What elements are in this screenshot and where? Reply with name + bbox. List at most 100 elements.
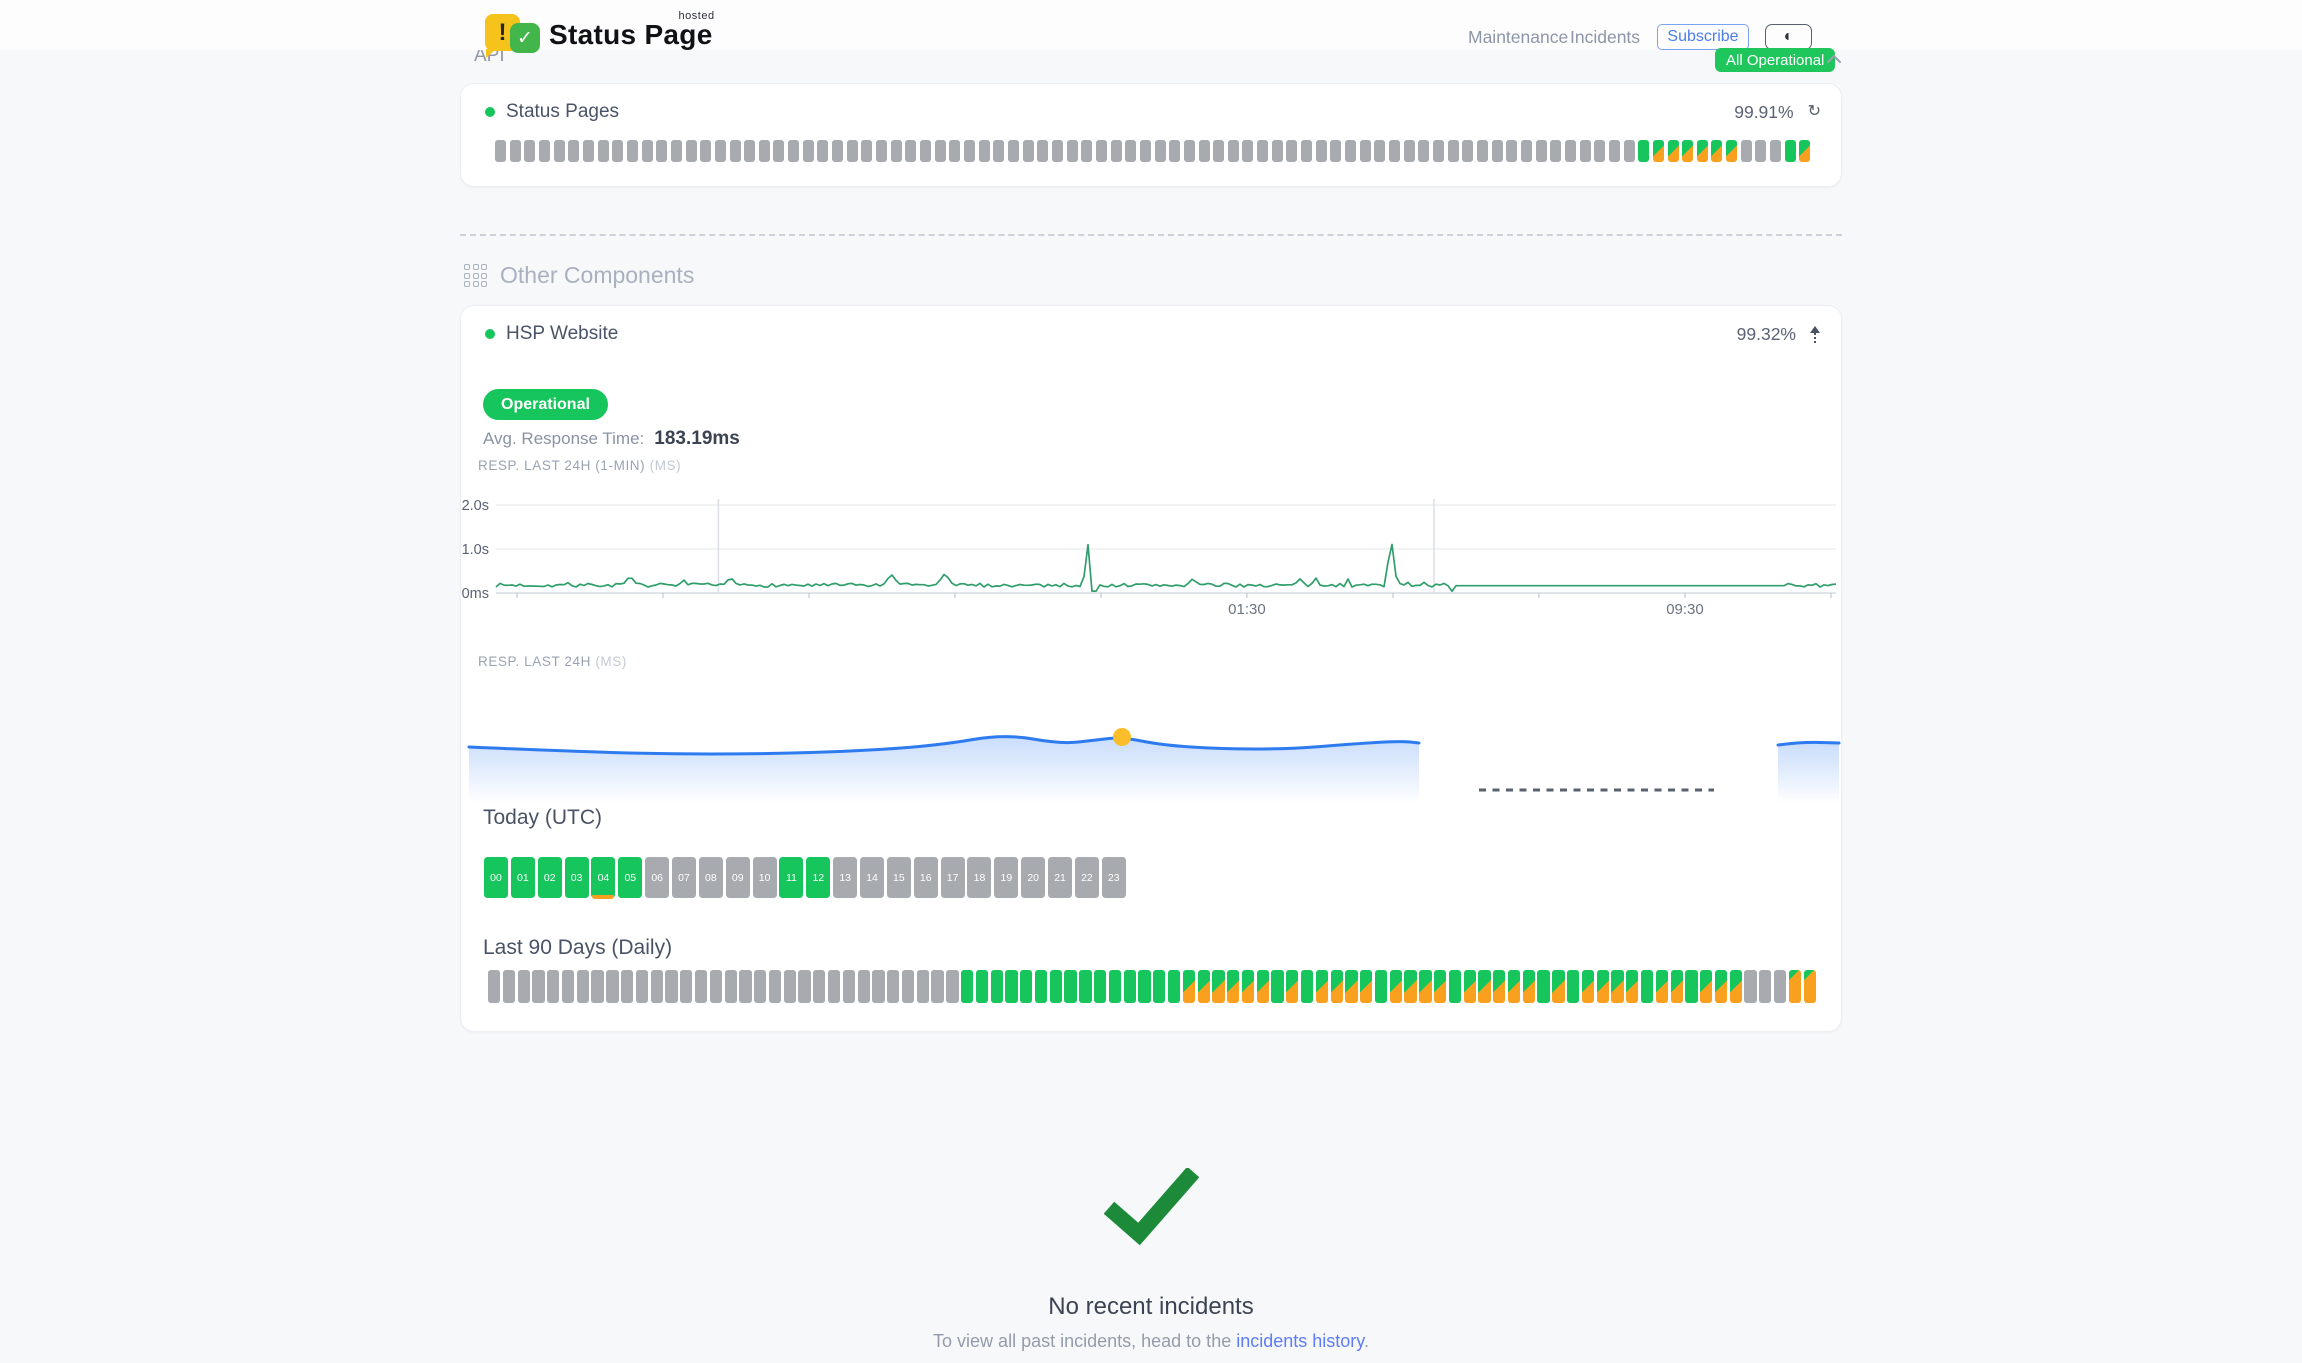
hour-block-23[interactable]: 23 <box>1102 857 1126 898</box>
day-block[interactable] <box>651 970 663 1003</box>
uptime-bar[interactable] <box>920 140 931 162</box>
uptime-bar[interactable] <box>1638 140 1649 162</box>
uptime-bar[interactable] <box>1477 140 1488 162</box>
day-block[interactable] <box>1375 970 1387 1003</box>
day-block[interactable] <box>813 970 825 1003</box>
uptime-bar[interactable] <box>627 140 638 162</box>
day-block[interactable] <box>1804 970 1816 1003</box>
uptime-bar[interactable] <box>1111 140 1122 162</box>
day-block[interactable] <box>931 970 943 1003</box>
uptime-bar[interactable] <box>642 140 653 162</box>
uptime-bar[interactable] <box>935 140 946 162</box>
uptime-bar[interactable] <box>1711 140 1722 162</box>
hour-block-01[interactable]: 01 <box>511 857 535 898</box>
uptime-bar[interactable] <box>1389 140 1400 162</box>
day-block[interactable] <box>1493 970 1505 1003</box>
day-block[interactable] <box>1124 970 1136 1003</box>
day-block[interactable] <box>1744 970 1756 1003</box>
uptime-bar[interactable] <box>993 140 1004 162</box>
uptime-bar[interactable] <box>510 140 521 162</box>
day-block[interactable] <box>1316 970 1328 1003</box>
day-block[interactable] <box>828 970 840 1003</box>
uptime-bar[interactable] <box>568 140 579 162</box>
day-block[interactable] <box>739 970 751 1003</box>
uptime-bar[interactable] <box>1345 140 1356 162</box>
chevron-up-icon[interactable] <box>1826 51 1842 69</box>
hour-block-07[interactable]: 07 <box>672 857 696 898</box>
day-block[interactable] <box>562 970 574 1003</box>
day-block[interactable] <box>1552 970 1564 1003</box>
hour-block-13[interactable]: 13 <box>833 857 857 898</box>
uptime-bar[interactable] <box>1316 140 1327 162</box>
day-block[interactable] <box>1271 970 1283 1003</box>
uptime-bar[interactable] <box>1594 140 1605 162</box>
day-block[interactable] <box>1464 970 1476 1003</box>
day-block[interactable] <box>665 970 677 1003</box>
day-block[interactable] <box>1641 970 1653 1003</box>
day-block[interactable] <box>1301 970 1313 1003</box>
day-block[interactable] <box>1064 970 1076 1003</box>
day-block[interactable] <box>488 970 500 1003</box>
day-block[interactable] <box>991 970 1003 1003</box>
day-block[interactable] <box>636 970 648 1003</box>
uptime-bar[interactable] <box>1330 140 1341 162</box>
collapse-arrow-up-icon[interactable] <box>1809 326 1821 343</box>
day-block[interactable] <box>1360 970 1372 1003</box>
uptime-bar[interactable] <box>1301 140 1312 162</box>
day-block[interactable] <box>843 970 855 1003</box>
hsp-website-row[interactable]: HSP Website 99.32% <box>485 323 1821 345</box>
uptime-bar[interactable] <box>803 140 814 162</box>
uptime-bar[interactable] <box>1492 140 1503 162</box>
day-block[interactable] <box>1198 970 1210 1003</box>
uptime-bar[interactable] <box>1008 140 1019 162</box>
day-block[interactable] <box>769 970 781 1003</box>
uptime-bar[interactable] <box>891 140 902 162</box>
uptime-bar[interactable] <box>583 140 594 162</box>
uptime-bar[interactable] <box>1257 140 1268 162</box>
day-block[interactable] <box>1449 970 1461 1003</box>
day-block[interactable] <box>872 970 884 1003</box>
uptime-bar[interactable] <box>832 140 843 162</box>
day-block[interactable] <box>577 970 589 1003</box>
day-block[interactable] <box>1774 970 1786 1003</box>
uptime-bar[interactable] <box>1770 140 1781 162</box>
day-block[interactable] <box>1626 970 1638 1003</box>
uptime-bar[interactable] <box>949 140 960 162</box>
uptime-bar[interactable] <box>1550 140 1561 162</box>
uptime-bar[interactable] <box>656 140 667 162</box>
day-block[interactable] <box>1656 970 1668 1003</box>
day-block[interactable] <box>1597 970 1609 1003</box>
day-block[interactable] <box>1523 970 1535 1003</box>
hour-block-16[interactable]: 16 <box>914 857 938 898</box>
day-block[interactable] <box>591 970 603 1003</box>
uptime-bar[interactable] <box>539 140 550 162</box>
uptime-bar[interactable] <box>1433 140 1444 162</box>
hour-block-17[interactable]: 17 <box>941 857 965 898</box>
uptime-bar[interactable] <box>1462 140 1473 162</box>
day-block[interactable] <box>1227 970 1239 1003</box>
uptime-bar[interactable] <box>1067 140 1078 162</box>
uptime-bar[interactable] <box>1418 140 1429 162</box>
day-block[interactable] <box>1611 970 1623 1003</box>
day-block[interactable] <box>1419 970 1431 1003</box>
uptime-bar[interactable] <box>876 140 887 162</box>
hour-block-08[interactable]: 08 <box>699 857 723 898</box>
day-block[interactable] <box>1286 970 1298 1003</box>
hour-block-04[interactable]: 04 <box>591 857 615 898</box>
day-block[interactable] <box>946 970 958 1003</box>
uptime-bar[interactable] <box>524 140 535 162</box>
hour-block-06[interactable]: 06 <box>645 857 669 898</box>
uptime-bar[interactable] <box>598 140 609 162</box>
day-block[interactable] <box>1079 970 1091 1003</box>
hour-block-03[interactable]: 03 <box>565 857 589 898</box>
day-block[interactable] <box>1212 970 1224 1003</box>
day-block[interactable] <box>1567 970 1579 1003</box>
day-block[interactable] <box>1050 970 1062 1003</box>
uptime-bar[interactable] <box>1521 140 1532 162</box>
uptime-bar[interactable] <box>1242 140 1253 162</box>
hour-block-10[interactable]: 10 <box>753 857 777 898</box>
day-block[interactable] <box>976 970 988 1003</box>
day-block[interactable] <box>1759 970 1771 1003</box>
day-block[interactable] <box>1390 970 1402 1003</box>
uptime-bar[interactable] <box>964 140 975 162</box>
